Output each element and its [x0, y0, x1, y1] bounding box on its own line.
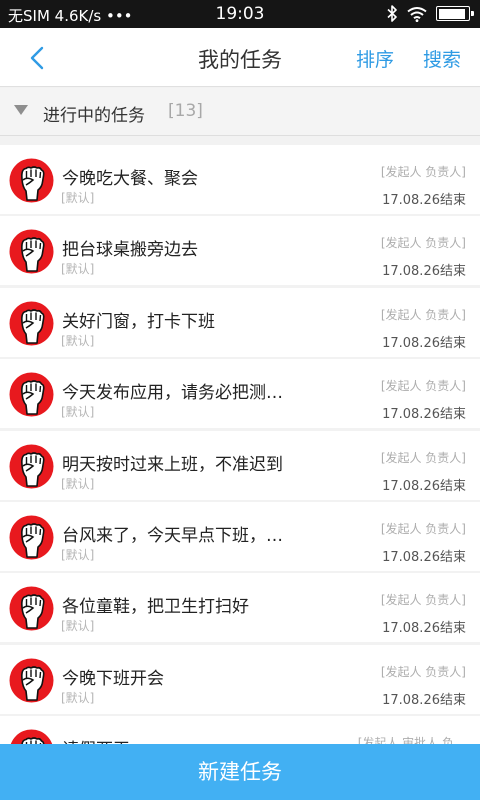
task-roles: [发起人 负责人]	[380, 236, 466, 251]
task-title: 台风来了，今天早点下班，…	[62, 526, 283, 546]
task-roles: [发起人 负责人]	[380, 522, 466, 536]
task-item[interactable]: 明天按时过来上班，不准迟到 [默认] [发起人 负责人] 17.08.26结束	[0, 430, 480, 500]
task-category: [默认]	[61, 262, 95, 277]
status-bar: 无SIM 4.6K/s ••• 19:03	[0, 0, 480, 28]
task-end-date: 17.08.26结束	[382, 193, 466, 208]
task-category: [默认]	[61, 619, 95, 634]
page-title: 我的任务	[198, 48, 282, 72]
fist-avatar-icon	[9, 586, 54, 631]
sort-button[interactable]: 排序	[356, 45, 394, 72]
caret-down-icon	[14, 105, 28, 115]
task-item[interactable]: 今晚下班开会 [默认] [发起人 负责人] 17.08.26结束	[0, 644, 480, 714]
fist-avatar-icon	[9, 301, 54, 346]
battery-icon	[436, 6, 474, 21]
task-title: 关好门窗，打卡下班	[62, 311, 215, 332]
battery-level	[438, 8, 465, 19]
task-title: 今晚下班开会	[62, 668, 164, 689]
task-end-date: 17.08.26结束	[382, 335, 466, 351]
task-roles: [发起人 审批人 负…	[357, 736, 466, 744]
section-header-in-progress[interactable]: 进行中的任务 [13]	[0, 88, 480, 136]
task-category: [默认]	[61, 191, 95, 205]
fist-avatar-icon	[9, 372, 54, 417]
task-item[interactable]: 把台球桌搬旁边去 [默认] [发起人 负责人] 17.08.26结束	[0, 216, 480, 286]
search-button[interactable]: 搜索	[423, 45, 461, 72]
status-icons	[387, 5, 474, 22]
task-roles: [发起人 负责人]	[380, 307, 466, 322]
task-title: 今晚吃大餐、聚会	[62, 169, 198, 189]
task-end-date: 17.08.26结束	[382, 692, 466, 708]
task-category: [默认]	[61, 405, 95, 420]
fist-avatar-icon	[9, 658, 54, 703]
task-end-date: 17.08.26结束	[382, 478, 466, 494]
fist-avatar-icon	[9, 444, 54, 489]
task-item[interactable]: 今天发布应用，请务必把测… [默认] [发起人 负责人] 17.08.26结束	[0, 359, 480, 429]
task-title: 各位童鞋，把卫生打扫好	[62, 597, 249, 618]
task-title: 请假两天	[62, 735, 332, 744]
fist-avatar-icon	[9, 515, 54, 560]
task-roles: [发起人 负责人]	[380, 664, 466, 679]
task-item[interactable]: 今晚吃大餐、聚会 [默认] [发起人 负责人] 17.08.26结束	[0, 145, 480, 214]
fist-avatar-icon	[9, 729, 54, 744]
fist-avatar-icon	[9, 229, 54, 274]
new-task-button[interactable]: 新建任务	[0, 744, 480, 800]
task-title: 把台球桌搬旁边去	[62, 240, 198, 261]
task-roles: [发起人 负责人]	[380, 165, 466, 179]
task-item[interactable]: 各位童鞋，把卫生打扫好 [默认] [发起人 负责人] 17.08.26结束	[0, 573, 480, 643]
task-item[interactable]: 关好门窗，打卡下班 [默认] [发起人 负责人] 17.08.26结束	[0, 287, 480, 357]
task-roles: [发起人 负责人]	[380, 593, 466, 608]
bluetooth-icon	[387, 5, 397, 22]
task-end-date: 17.08.26结束	[382, 550, 466, 565]
task-category: [默认]	[61, 690, 95, 705]
task-title: 明天按时过来上班，不准迟到	[62, 454, 283, 475]
task-end-date: 17.08.26结束	[382, 407, 466, 423]
task-end-date: 17.08.26结束	[382, 264, 466, 280]
task-list: 今晚吃大餐、聚会 [默认] [发起人 负责人] 17.08.26结束 把台球桌搬旁边去[…	[0, 136, 480, 744]
task-roles: [发起人 负责人]	[380, 450, 466, 465]
task-category: [默认]	[61, 333, 95, 348]
task-category: [默认]	[61, 476, 95, 491]
chevron-left-icon[interactable]	[22, 42, 52, 74]
section-label: 进行中的任务	[43, 106, 145, 126]
task-category: [默认]	[61, 548, 95, 562]
nav-bar: 我的任务 排序 搜索	[0, 28, 480, 87]
task-roles: [发起人 负责人]	[380, 379, 466, 394]
fist-avatar-icon	[9, 158, 54, 203]
wifi-icon	[407, 6, 427, 22]
task-title: 今天发布应用，请务必把测…	[62, 383, 283, 404]
task-end-date: 17.08.26结束	[382, 621, 466, 637]
section-count: [13]	[168, 101, 203, 121]
task-item[interactable]: 台风来了，今天早点下班，… [默认] [发起人 负责人] 17.08.26结束	[0, 502, 480, 571]
task-item[interactable]: 请假两天 [发起人 审批人 负…	[0, 716, 480, 744]
